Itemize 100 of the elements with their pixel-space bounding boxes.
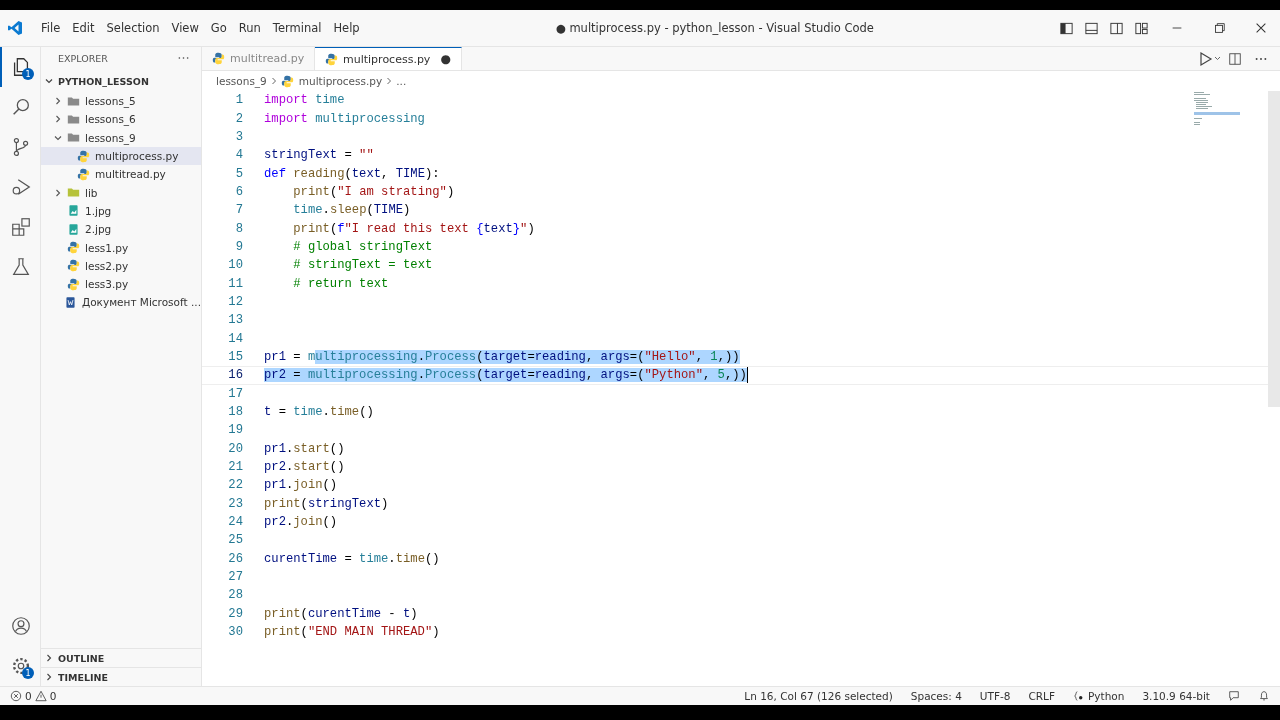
folder-icon <box>67 186 80 200</box>
line-number: 5 <box>234 166 243 181</box>
status-item[interactable]: Spaces: 4 <box>910 690 962 702</box>
line-number: 2 <box>234 111 243 126</box>
menu-item[interactable]: File <box>35 19 67 37</box>
menu-item[interactable]: Help <box>327 19 366 37</box>
tree-item[interactable]: multiprocess.py <box>41 146 201 166</box>
line-number: 28 <box>227 588 243 603</box>
menu-item[interactable]: Selection <box>100 19 166 37</box>
code-line: # global stringText <box>292 239 433 254</box>
line-number: 27 <box>227 570 243 585</box>
code-line: pr1 = multiprocessing.Process(target=reading, args=("Hello", 1,)) <box>264 350 740 364</box>
code-line: pr1.join() <box>264 478 338 493</box>
line-number: 3 <box>234 129 243 144</box>
chevron-icon <box>53 114 63 125</box>
line-number: 17 <box>227 386 243 401</box>
section-header[interactable]: OUTLINE <box>41 648 201 667</box>
code-line: # return text <box>292 276 389 291</box>
code-line: print("I am strating") <box>292 184 455 199</box>
settings-icon <box>10 655 32 677</box>
breadcrumb-item[interactable]: ... <box>396 75 407 87</box>
code-line: curentTime = time.time() <box>264 551 440 566</box>
line-number: 30 <box>227 625 243 640</box>
panel-toggle-icon[interactable] <box>1084 20 1099 36</box>
tree-item[interactable]: less2.py <box>41 256 201 275</box>
status-item[interactable]: CRLF <box>1028 690 1055 702</box>
menu-item[interactable]: View <box>165 19 205 37</box>
split-editor-icon[interactable] <box>1228 51 1242 66</box>
tree-item[interactable]: less3.py <box>41 274 201 294</box>
line-number: 20 <box>227 441 243 456</box>
tree-item[interactable]: 1.jpg <box>41 201 201 221</box>
vscode-logo-icon <box>7 20 23 36</box>
code-line: print(curentTime - t) <box>264 606 418 621</box>
menu-item[interactable]: Edit <box>66 19 101 37</box>
feedback-icon[interactable] <box>1228 690 1240 702</box>
line-number: 19 <box>227 423 243 438</box>
split-layout-icon[interactable] <box>1109 20 1124 36</box>
project-header[interactable]: PYTHON_LESSON <box>41 70 201 92</box>
account-icon <box>10 615 32 637</box>
image-file-icon <box>67 204 80 218</box>
tree-item[interactable]: Документ Microsoft ... <box>41 293 201 312</box>
line-number: 15 <box>227 350 243 364</box>
editor-tab[interactable]: multiprocess.py ● <box>315 47 462 70</box>
restore-icon[interactable] <box>1212 21 1226 35</box>
error-icon <box>10 690 22 702</box>
chevron-icon <box>53 96 63 107</box>
line-number: 16 <box>227 368 243 383</box>
line-number: 13 <box>227 313 243 328</box>
tree-item[interactable]: lib <box>41 183 201 202</box>
line-number: 21 <box>227 460 243 475</box>
folder-icon <box>67 131 80 145</box>
code-line: def reading(text, TIME): <box>264 166 440 181</box>
tree-item[interactable]: multitread.py <box>41 165 201 184</box>
chevron-icon <box>44 76 54 86</box>
code-line: import time <box>264 93 345 108</box>
tree-item[interactable]: less1.py <box>41 238 201 257</box>
extensions-icon <box>10 216 32 238</box>
line-number: 29 <box>227 606 243 621</box>
breadcrumb-item[interactable]: multiprocess.py <box>298 75 383 87</box>
python-file-icon <box>212 52 225 65</box>
python-file-icon <box>67 277 80 291</box>
tree-item[interactable]: 2.jpg <box>41 220 201 239</box>
line-number: 23 <box>227 496 243 511</box>
line-number: 7 <box>234 203 243 218</box>
status-item[interactable]: Ln 16, Col 67 (126 selected) <box>744 690 893 702</box>
code-line: pr2.start() <box>264 460 345 475</box>
folder-icon <box>67 112 80 126</box>
document-icon <box>63 295 77 309</box>
python-file-icon <box>77 167 90 181</box>
tree-item[interactable]: lessons_9 <box>41 128 201 147</box>
sidebar-toggle-icon[interactable] <box>1059 20 1074 36</box>
status-item[interactable]: 3.10.9 64-bit <box>1142 690 1210 702</box>
layout-icon[interactable] <box>1134 20 1149 36</box>
bell-icon[interactable] <box>1258 690 1270 702</box>
menu-item[interactable]: Go <box>204 19 233 37</box>
tree-item[interactable]: lessons_6 <box>41 110 201 129</box>
run-icon[interactable] <box>1198 50 1222 67</box>
code-line: pr2.join() <box>264 515 338 530</box>
problems-indicator[interactable]: 0 0 <box>10 690 57 702</box>
status-item[interactable]: Python <box>1073 690 1125 702</box>
menu-item[interactable]: Run <box>232 19 267 37</box>
code-line: print(stringText) <box>264 496 389 511</box>
notification-badge: 1 <box>22 68 34 80</box>
line-number: 10 <box>227 258 243 273</box>
line-number: 22 <box>227 478 243 493</box>
line-number: 6 <box>234 184 243 199</box>
notification-badge: 1 <box>22 667 34 679</box>
status-item[interactable]: UTF-8 <box>979 690 1011 702</box>
code-line: pr2 = multiprocessing.Process(target=reading, args=("Python", 5,)) <box>264 367 749 384</box>
menu-item[interactable]: Terminal <box>266 19 328 37</box>
line-number: 14 <box>227 331 243 346</box>
more-icon[interactable] <box>178 56 189 60</box>
activity-button[interactable]: 1 <box>0 646 40 686</box>
tree-item[interactable]: lessons_5 <box>41 92 201 111</box>
breadcrumb-item[interactable]: lessons_9 <box>216 75 267 87</box>
warning-icon <box>34 690 47 702</box>
window-title: ● multiprocess.py - python_lesson - Visual Studio Code <box>554 21 875 35</box>
close-icon[interactable] <box>1254 21 1268 35</box>
line-number: 24 <box>227 515 243 530</box>
python-file-icon <box>77 149 90 163</box>
